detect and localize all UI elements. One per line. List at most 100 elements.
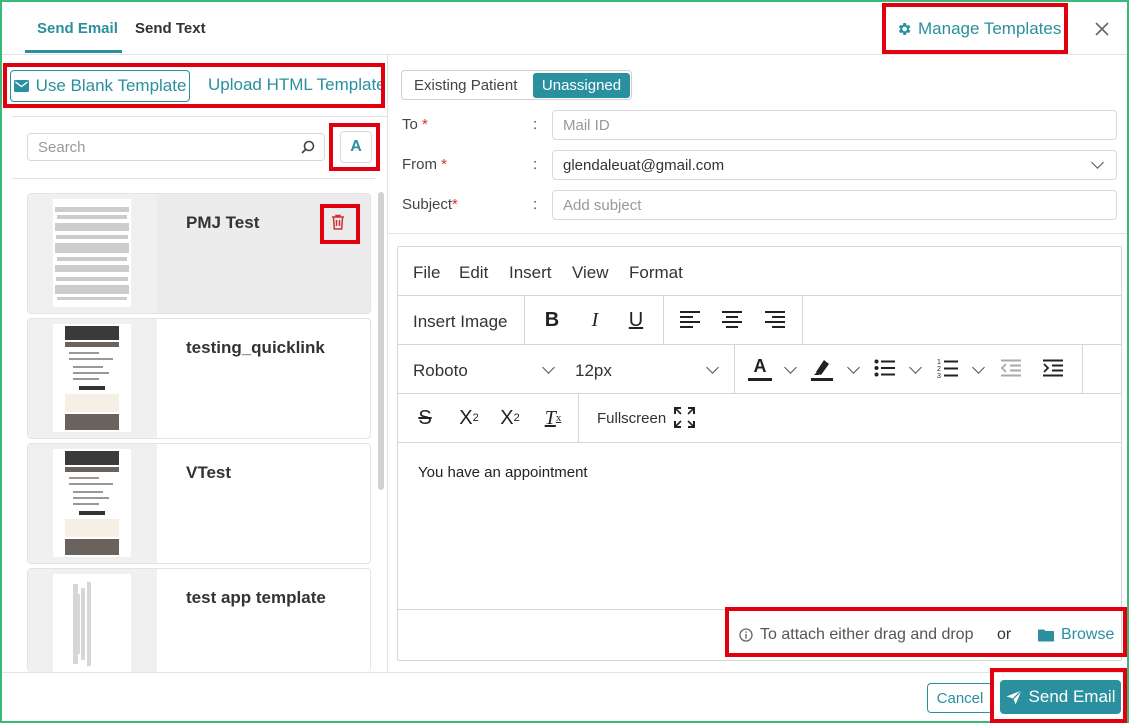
clear-formatting-icon[interactable]: Tx bbox=[538, 405, 568, 431]
fullscreen-icon[interactable] bbox=[674, 407, 695, 428]
font-family-select[interactable]: Roboto bbox=[413, 361, 468, 381]
cancel-button[interactable]: Cancel bbox=[927, 683, 993, 713]
chevron-down-icon[interactable] bbox=[909, 361, 922, 374]
attachment-drop-zone[interactable]: To attach either drag and drop bbox=[739, 625, 973, 645]
send-email-button[interactable]: Send Email bbox=[1000, 680, 1121, 714]
subject-separator: : bbox=[533, 196, 538, 213]
template-search-input[interactable]: Search bbox=[27, 133, 325, 161]
subject-placeholder: Add subject bbox=[563, 196, 642, 214]
template-name: VTest bbox=[186, 463, 232, 482]
envelope-icon bbox=[13, 80, 29, 92]
to-field[interactable]: Mail ID bbox=[552, 110, 1117, 140]
toolbar-divider bbox=[398, 442, 1121, 443]
attachment-divider bbox=[398, 609, 1121, 610]
template-name: PMJ Test bbox=[186, 213, 260, 232]
segment-unassigned[interactable]: Unassigned bbox=[533, 73, 630, 98]
menu-insert[interactable]: Insert bbox=[509, 263, 552, 283]
from-separator: : bbox=[533, 156, 538, 173]
chevron-down-icon[interactable] bbox=[972, 361, 985, 374]
outdent-icon[interactable] bbox=[1000, 359, 1022, 377]
chevron-down-icon[interactable] bbox=[784, 361, 797, 374]
editor-body[interactable]: You have an appointment bbox=[418, 464, 588, 481]
menu-format[interactable]: Format bbox=[629, 263, 683, 283]
template-name: test app template bbox=[186, 588, 326, 607]
superscript-icon[interactable]: X2 bbox=[454, 405, 484, 431]
to-label: To * bbox=[402, 116, 428, 133]
chevron-down-icon[interactable] bbox=[706, 361, 719, 374]
recipient-type-toggle: Existing Patient Unassigned bbox=[401, 70, 632, 100]
svg-text:1: 1 bbox=[937, 359, 941, 366]
template-card-test-app-template[interactable]: test app template bbox=[27, 568, 371, 673]
send-icon bbox=[1006, 689, 1022, 704]
toolbar-divider bbox=[398, 344, 1121, 345]
to-separator: : bbox=[533, 116, 538, 133]
segment-existing-patient[interactable]: Existing Patient bbox=[414, 77, 517, 94]
template-card-testing-quicklink[interactable]: testing_quicklink bbox=[27, 318, 371, 439]
numbered-list-icon[interactable]: 1 2 3 bbox=[937, 357, 959, 379]
subscript-icon[interactable]: X2 bbox=[495, 405, 525, 431]
close-icon[interactable] bbox=[1095, 22, 1109, 36]
rich-text-editor: File Edit Insert View Format Insert Imag… bbox=[397, 246, 1122, 661]
from-label: From * bbox=[402, 156, 448, 173]
from-value: glendaleuat@gmail.com bbox=[563, 156, 725, 174]
search-icon[interactable] bbox=[301, 140, 315, 154]
template-preview-image bbox=[53, 324, 131, 432]
send-email-dialog: Send Email Send Text Manage Templates Us… bbox=[0, 0, 1129, 723]
template-card-vtest[interactable]: VTest bbox=[27, 443, 371, 564]
search-divider bbox=[12, 178, 375, 179]
sort-alphabetical-button[interactable]: A bbox=[340, 131, 372, 163]
attachment-hint: To attach either drag and drop bbox=[760, 626, 974, 643]
font-size-select[interactable]: 12px bbox=[575, 361, 612, 381]
search-placeholder: Search bbox=[38, 138, 86, 156]
text-color-icon[interactable]: A bbox=[748, 355, 772, 383]
underline-icon[interactable]: U bbox=[624, 307, 648, 333]
panel-divider bbox=[387, 54, 388, 672]
form-divider bbox=[387, 233, 1127, 234]
insert-image-button[interactable]: Insert Image bbox=[413, 312, 508, 332]
menu-view[interactable]: View bbox=[572, 263, 609, 283]
folder-icon bbox=[1038, 629, 1054, 641]
menu-edit[interactable]: Edit bbox=[459, 263, 488, 283]
svg-text:3: 3 bbox=[937, 373, 941, 379]
header-divider bbox=[2, 54, 1127, 55]
highlight-icon[interactable] bbox=[810, 356, 834, 382]
template-preview-image bbox=[53, 574, 131, 673]
info-icon bbox=[739, 628, 753, 642]
toolbar-divider bbox=[398, 295, 1121, 296]
to-placeholder: Mail ID bbox=[563, 116, 610, 134]
manage-templates-button[interactable]: Manage Templates bbox=[896, 17, 1061, 41]
trash-icon[interactable] bbox=[331, 214, 345, 230]
tab-send-text[interactable]: Send Text bbox=[135, 20, 206, 37]
toolbar-divider bbox=[398, 393, 1121, 394]
bold-icon[interactable]: B bbox=[540, 307, 564, 333]
use-blank-template-label: Use Blank Template bbox=[35, 76, 187, 95]
strikethrough-icon[interactable]: S bbox=[413, 405, 437, 431]
from-select[interactable]: glendaleuat@gmail.com bbox=[552, 150, 1117, 180]
chevron-down-icon[interactable] bbox=[847, 361, 860, 374]
template-preview-image bbox=[53, 199, 131, 307]
italic-icon[interactable]: I bbox=[583, 307, 607, 333]
subject-field[interactable]: Add subject bbox=[552, 190, 1117, 220]
gear-icon bbox=[898, 23, 911, 35]
template-list-scrollbar[interactable] bbox=[378, 192, 384, 490]
align-right-icon[interactable] bbox=[764, 310, 786, 328]
template-card-pmj-test[interactable]: PMJ Test bbox=[27, 193, 371, 314]
bullet-list-icon[interactable] bbox=[874, 359, 896, 377]
align-left-icon[interactable] bbox=[679, 310, 701, 328]
footer-divider bbox=[2, 672, 1127, 673]
indent-icon[interactable] bbox=[1042, 359, 1064, 377]
svg-text:2: 2 bbox=[937, 366, 941, 373]
template-name: testing_quicklink bbox=[186, 338, 325, 357]
browse-button[interactable]: Browse bbox=[1038, 625, 1114, 645]
use-blank-template-button[interactable]: Use Blank Template bbox=[10, 70, 190, 102]
tab-send-email[interactable]: Send Email bbox=[37, 20, 118, 37]
menu-file[interactable]: File bbox=[413, 263, 440, 283]
align-center-icon[interactable] bbox=[721, 310, 743, 328]
fullscreen-button[interactable]: Fullscreen bbox=[597, 410, 666, 427]
upload-html-template-button[interactable]: Upload HTML Template bbox=[208, 75, 386, 95]
template-toolbar-divider bbox=[12, 116, 387, 117]
chevron-down-icon[interactable] bbox=[542, 361, 555, 374]
send-email-label: Send Email bbox=[1028, 687, 1116, 706]
manage-templates-label: Manage Templates bbox=[918, 19, 1062, 38]
active-tab-indicator bbox=[25, 50, 122, 53]
